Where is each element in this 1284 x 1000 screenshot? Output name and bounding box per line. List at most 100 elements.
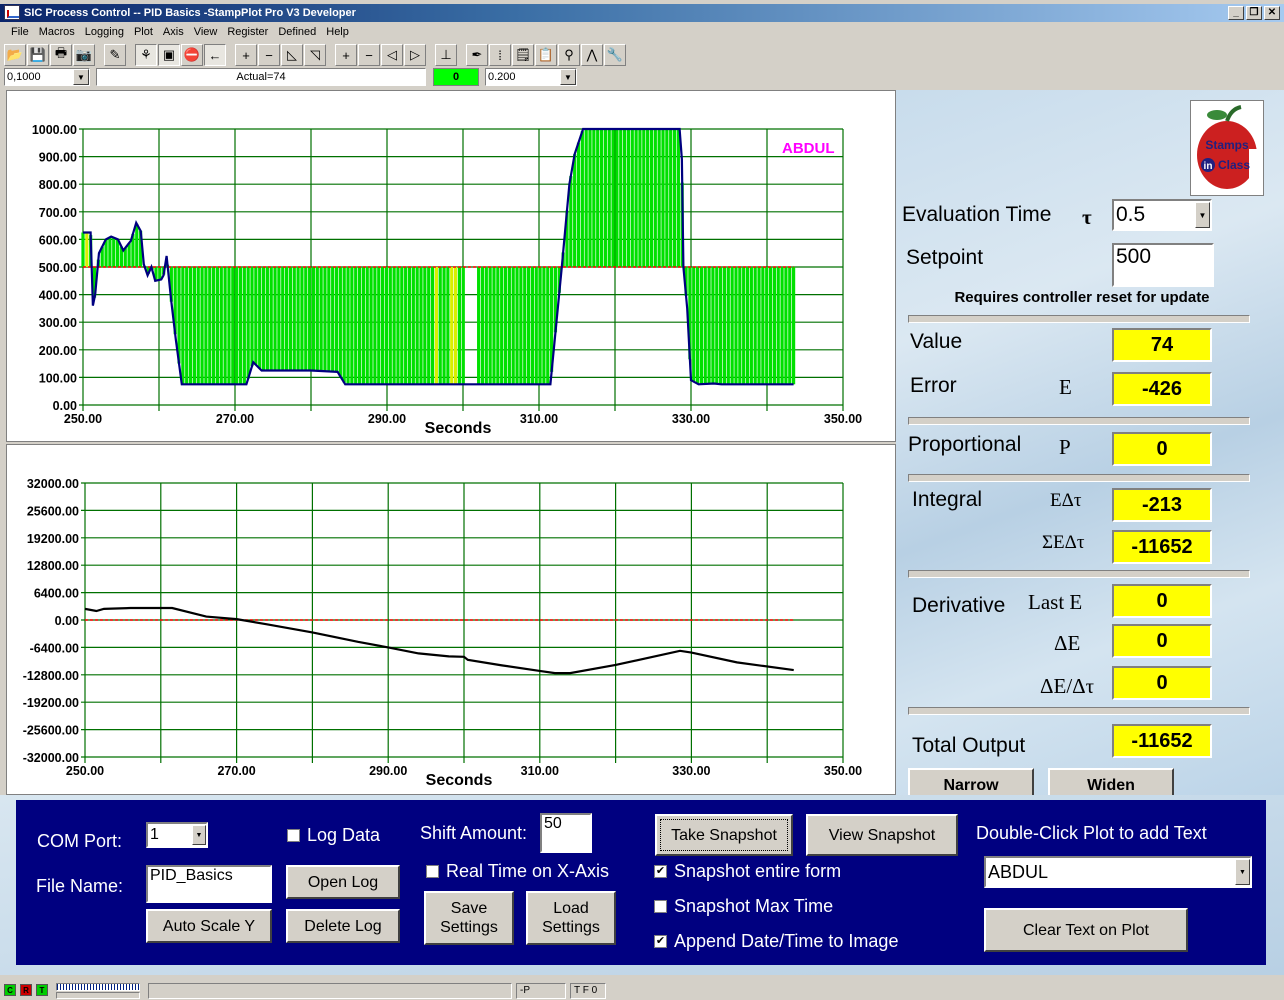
data-points-button[interactable]: ⁞: [489, 44, 511, 66]
y-tick-label: -32000.00: [23, 751, 79, 765]
checkbox-box[interactable]: [426, 865, 439, 878]
fill-bar: [288, 267, 293, 371]
close-button[interactable]: ✕: [1264, 6, 1280, 20]
fill-bar: [411, 267, 415, 385]
append-date-checkbox[interactable]: ✔ Append Date/Time to Image: [654, 931, 898, 952]
clipboard-button[interactable]: 📋: [535, 44, 557, 66]
fill-bar: [480, 267, 485, 385]
x-zoom-in-button[interactable]: +: [235, 44, 257, 66]
fill-bar: [738, 267, 742, 385]
divider: [908, 474, 1250, 482]
x-shift-right-button[interactable]: ◹: [304, 44, 326, 66]
y-zoom-out-button[interactable]: −: [358, 44, 380, 66]
toolbar: 📂 💾 🖶 📷 ✎ ⚘ ▣ ⛔ ← + − ◺ ◹ + − ◁ ▷ ⊥ ✒ ⁞ 🗒 📋 ⚲ ⋀ 🔧: [4, 44, 627, 66]
menu-register[interactable]: Register: [222, 24, 273, 42]
menu-bar: File Macros Logging Plot Axis View Regis…: [0, 24, 354, 42]
chevron-down-icon[interactable]: ▼: [1195, 202, 1210, 228]
magic-wand-button[interactable]: ✎: [104, 44, 126, 66]
span-value: 0,1000: [7, 71, 41, 83]
process-plot[interactable]: 0.00 100.00 200.00 300.00 400.00 500.00 600.00…: [7, 91, 895, 441]
menu-help[interactable]: Help: [321, 24, 354, 42]
integral-plot-frame[interactable]: -32000.00 -25600.00 -19200.00 -12800.00 -640…: [6, 444, 896, 795]
eval-time-select[interactable]: 0.5 ▼: [1112, 199, 1212, 231]
menu-axis[interactable]: Axis: [158, 24, 189, 42]
chevron-down-icon[interactable]: ▼: [192, 825, 206, 845]
fill-bar: [699, 267, 704, 385]
chart-button[interactable]: ⊥: [435, 44, 457, 66]
x-shift-left-button[interactable]: ◺: [281, 44, 303, 66]
span-select[interactable]: 0,1000 ▼: [4, 68, 90, 86]
plot-text-select[interactable]: ABDUL ▼: [984, 856, 1252, 888]
monitor-button[interactable]: ▣: [158, 44, 180, 66]
x-zoom-out-button[interactable]: −: [258, 44, 280, 66]
com-port-select[interactable]: 1 ▼: [146, 822, 208, 848]
process-plot-frame[interactable]: 0.00 100.00 200.00 300.00 400.00 500.00 600.00…: [6, 90, 896, 442]
save-disk-button[interactable]: 💾: [27, 44, 49, 66]
clear-text-button[interactable]: Clear Text on Plot: [984, 908, 1188, 952]
menu-file[interactable]: File: [6, 24, 34, 42]
stop-button[interactable]: ⛔: [181, 44, 203, 66]
checkbox-box[interactable]: [654, 900, 667, 913]
y-shift-down-button[interactable]: ▷: [404, 44, 426, 66]
pen-button[interactable]: ✒: [466, 44, 488, 66]
menu-macros[interactable]: Macros: [34, 24, 80, 42]
chevron-down-icon[interactable]: ▼: [560, 69, 576, 85]
note-button[interactable]: 🗒: [512, 44, 534, 66]
file-name-input[interactable]: PID_Basics: [146, 865, 272, 903]
fill-bar: [634, 129, 638, 267]
interval-value: 0.200: [488, 71, 516, 83]
interval-select[interactable]: 0.200 ▼: [485, 68, 577, 86]
fill-bar: [703, 267, 707, 384]
shift-amount-input[interactable]: 50: [540, 813, 592, 853]
menu-view[interactable]: View: [189, 24, 223, 42]
snapshot-max-checkbox[interactable]: Snapshot Max Time: [654, 896, 833, 917]
chevron-down-icon[interactable]: ▼: [73, 69, 89, 85]
log-data-checkbox[interactable]: Log Data: [287, 825, 380, 846]
minimize-button[interactable]: _: [1228, 6, 1244, 20]
value-display: 74: [1112, 328, 1212, 362]
menu-plot[interactable]: Plot: [129, 24, 158, 42]
snapshot-form-label: Snapshot entire form: [674, 861, 842, 881]
auto-scale-y-button[interactable]: Auto Scale Y: [146, 909, 272, 943]
clipboard-icon: 📋: [537, 47, 555, 62]
open-folder-button[interactable]: 📂: [4, 44, 26, 66]
y-shift-up-button[interactable]: ◁: [381, 44, 403, 66]
restore-button[interactable]: ❐: [1246, 6, 1262, 20]
integral-plot[interactable]: -32000.00 -25600.00 -19200.00 -12800.00 -640…: [7, 445, 895, 794]
proportional-symbol: P: [1059, 435, 1071, 459]
take-snapshot-button[interactable]: Take Snapshot: [655, 814, 793, 856]
checkbox-box[interactable]: ✔: [654, 935, 667, 948]
save-settings-button[interactable]: Save Settings: [424, 891, 514, 945]
checkbox-box[interactable]: ✔: [654, 865, 667, 878]
y-tick-label: 200.00: [39, 344, 77, 358]
graph-button[interactable]: ⋀: [581, 44, 603, 66]
snapshot-form-checkbox[interactable]: ✔ Snapshot entire form: [654, 861, 841, 882]
probe-button[interactable]: ⚲: [558, 44, 580, 66]
x-tick-label: 270.00: [216, 412, 254, 426]
chevron-down-icon[interactable]: ▼: [1235, 859, 1250, 885]
app-icon: [4, 5, 20, 20]
fill-bar: [135, 223, 139, 267]
load-settings-button[interactable]: Load Settings: [526, 891, 616, 945]
print-button[interactable]: 🖶: [50, 44, 72, 66]
checkbox-box[interactable]: [287, 829, 300, 842]
fill-bar: [334, 267, 339, 372]
fill-bar: [642, 129, 646, 267]
delete-log-button[interactable]: Delete Log: [286, 909, 400, 943]
menu-defined[interactable]: Defined: [273, 24, 321, 42]
wrench-button[interactable]: 🔧: [604, 44, 626, 66]
real-time-checkbox[interactable]: Real Time on X-Axis: [426, 861, 609, 882]
x-tick-label: 270.00: [217, 764, 255, 778]
setpoint-input[interactable]: 500: [1112, 243, 1214, 287]
menu-logging[interactable]: Logging: [80, 24, 129, 42]
view-snapshot-button[interactable]: View Snapshot: [806, 814, 958, 856]
fill-bar: [768, 267, 773, 385]
plot-run-button[interactable]: ⚘: [135, 44, 157, 66]
camera-button[interactable]: 📷: [73, 44, 95, 66]
arrow-left-button[interactable]: ←: [204, 44, 226, 66]
fill-bar: [672, 129, 677, 267]
y-zoom-in-button[interactable]: +: [335, 44, 357, 66]
status-indicator-value: 0: [452, 71, 460, 83]
open-log-button[interactable]: Open Log: [286, 865, 400, 899]
error-display: -426: [1112, 372, 1212, 406]
